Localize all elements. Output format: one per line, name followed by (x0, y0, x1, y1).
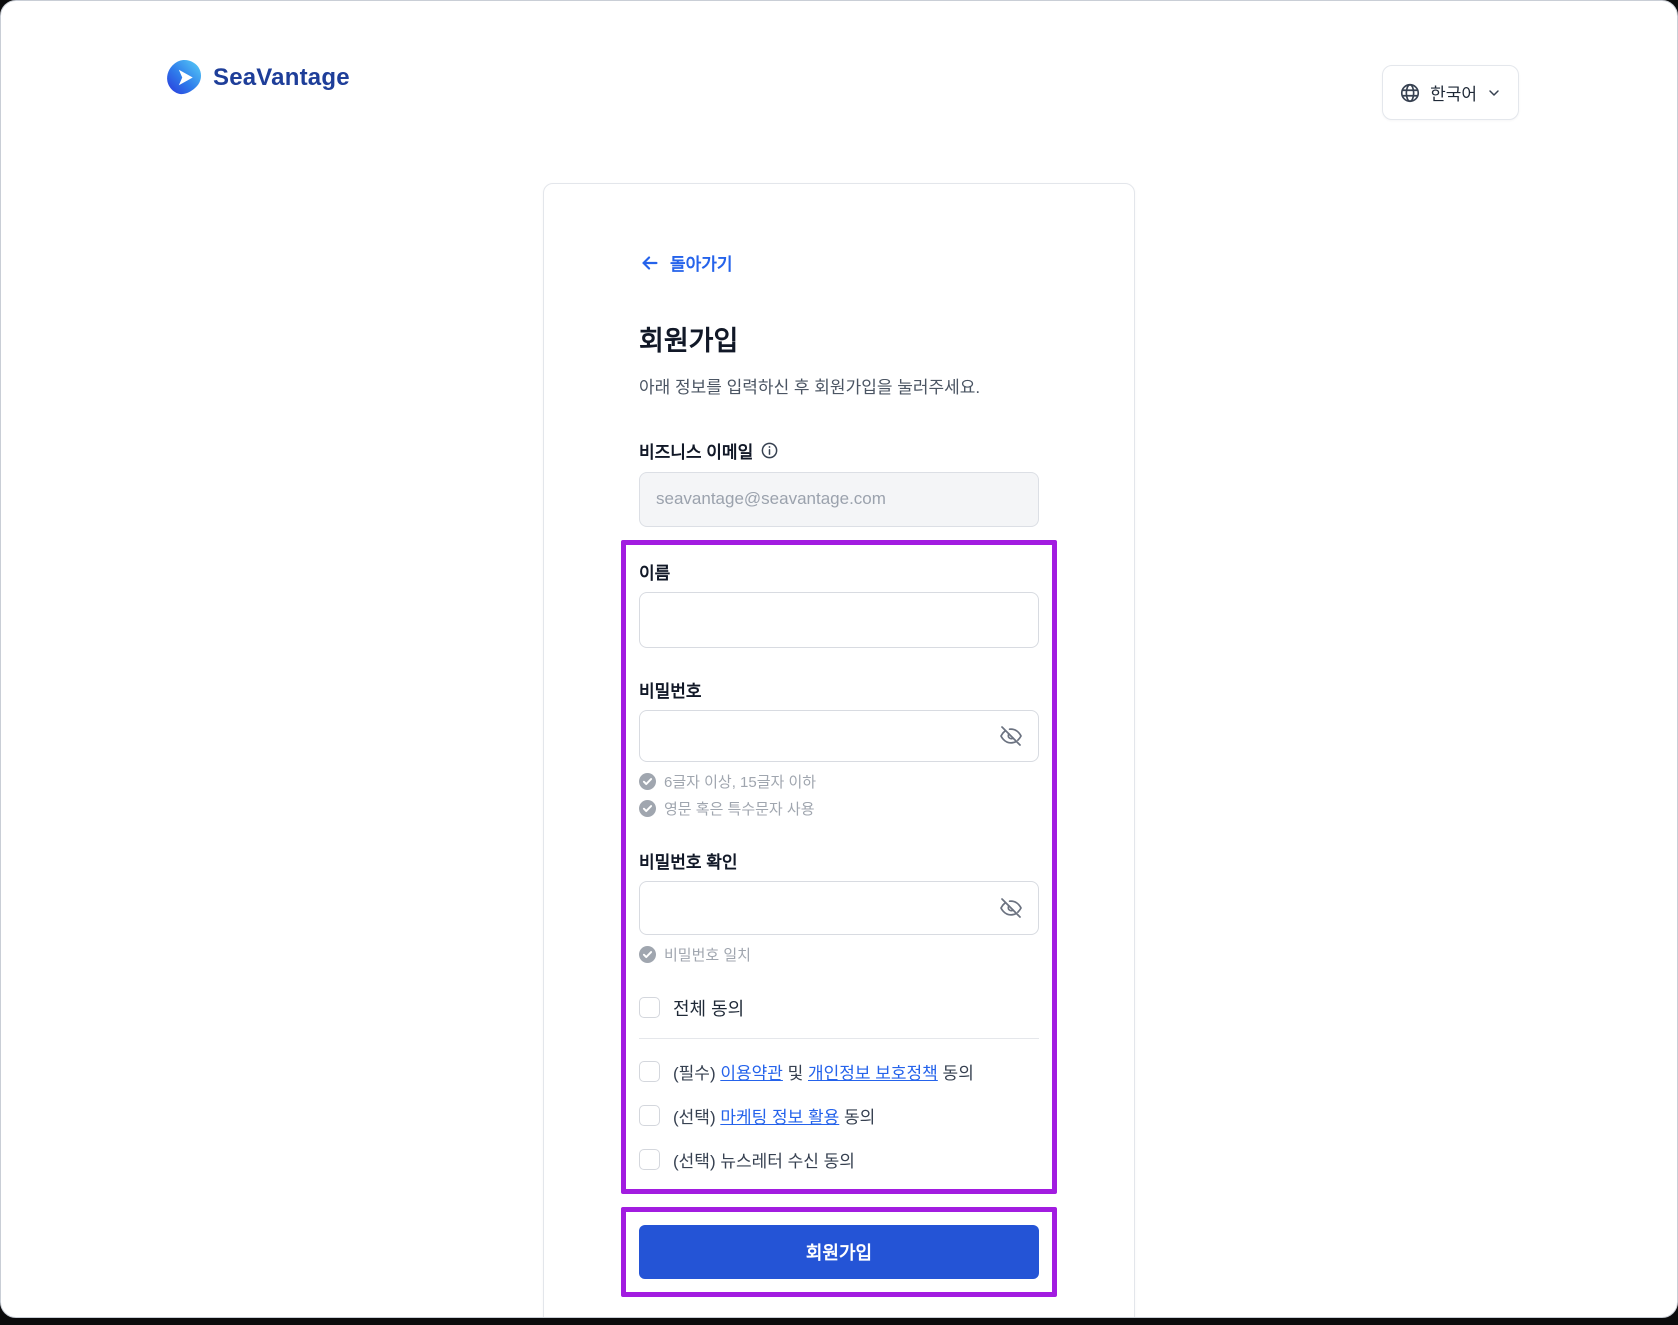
agreement-text: (필수) (673, 1063, 721, 1083)
signup-submit-button[interactable]: 회원가입 (639, 1224, 1039, 1279)
agreement-marketing-row[interactable]: (선택) 마케팅 정보 활용 동의 (639, 1103, 1039, 1128)
name-label: 이름 (639, 563, 671, 583)
email-label: 비즈니스 이메일 (639, 442, 754, 462)
agreement-newsletter-row[interactable]: (선택) 뉴스레터 수신 동의 (639, 1147, 1039, 1172)
check-circle-icon (639, 772, 656, 790)
password-match-hint: 비밀번호 일치 (639, 944, 1039, 965)
password-field-group: 비밀번호 6글자 이상, 15글자 이하 영문 혹은 특수문자 사용 (639, 677, 1039, 819)
agreement-text: 및 (782, 1063, 808, 1083)
agreement-marketing-label: (선택) 마케팅 정보 활용 동의 (673, 1103, 875, 1128)
language-label: 한국어 (1430, 85, 1477, 104)
language-selector[interactable]: 한국어 (1382, 65, 1519, 120)
agree-all-label: 전체 동의 (673, 998, 745, 1019)
page-subtitle: 아래 정보를 입력하신 후 회원가입을 눌러주세요. (639, 377, 981, 397)
check-circle-icon (639, 799, 656, 817)
brand-name: SeaVantage (213, 63, 350, 91)
password-hint-charset-text: 영문 혹은 특수문자 사용 (664, 800, 815, 818)
name-input[interactable] (639, 591, 1039, 648)
name-field-group: 이름 (639, 559, 1039, 648)
agreement-marketing-checkbox[interactable] (639, 1104, 660, 1126)
agreement-terms-row[interactable]: (필수) 이용약관 및 개인정보 보호정책 동의 (639, 1059, 1039, 1084)
password-match-hint-text: 비밀번호 일치 (664, 946, 751, 964)
brand-logo: SeaVantage (166, 59, 350, 96)
eye-off-icon (1000, 725, 1022, 746)
password-hint-charset: 영문 혹은 특수문자 사용 (639, 798, 1039, 819)
arrow-left-icon (639, 252, 661, 274)
agreement-text: (선택) (673, 1107, 721, 1127)
signup-card: 돌아가기 회원가입 아래 정보를 입력하신 후 회원가입을 눌러주세요. 비즈니… (543, 183, 1135, 1317)
eye-off-icon (1000, 897, 1022, 918)
password-label: 비밀번호 (639, 681, 702, 701)
password-confirm-visibility-toggle[interactable] (998, 895, 1024, 921)
password-hint-length-text: 6글자 이상, 15글자 이하 (664, 773, 817, 791)
back-link-label: 돌아가기 (670, 255, 733, 274)
agreement-text: 동의 (937, 1063, 974, 1083)
agreement-terms-label: (필수) 이용약관 및 개인정보 보호정책 동의 (673, 1059, 974, 1084)
agreement-terms-checkbox[interactable] (639, 1060, 660, 1082)
password-hint-length: 6글자 이상, 15글자 이하 (639, 771, 1039, 792)
seavantage-logo-icon (167, 60, 202, 95)
password-confirm-field-group: 비밀번호 확인 비밀번호 일치 (639, 848, 1039, 965)
password-visibility-toggle[interactable] (998, 723, 1024, 749)
globe-icon (1399, 82, 1421, 104)
info-icon[interactable] (760, 441, 779, 460)
email-label-row: 비즈니스 이메일 (639, 438, 1039, 463)
marketing-info-link[interactable]: 마케팅 정보 활용 (720, 1108, 839, 1127)
agreement-text: (선택) 뉴스레터 수신 동의 (673, 1151, 855, 1171)
agreement-newsletter-checkbox[interactable] (639, 1148, 660, 1170)
password-input[interactable] (639, 709, 1039, 762)
page-title: 회원가입 (639, 325, 739, 356)
terms-of-service-link[interactable]: 이용약관 (720, 1064, 783, 1083)
agreement-newsletter-label: (선택) 뉴스레터 수신 동의 (673, 1147, 855, 1172)
agreement-text: 동의 (839, 1107, 876, 1127)
business-email-input (639, 471, 1039, 527)
annotation-box-form: 이름 비밀번호 6글자 이상, 15글자 이하 영문 혹은 특수문자 사용 비밀… (621, 539, 1057, 1194)
privacy-policy-link[interactable]: 개인정보 보호정책 (808, 1064, 938, 1083)
agree-all-checkbox-row[interactable]: 전체 동의 (639, 995, 1039, 1021)
page-surface: SeaVantage 한국어 돌아가기 회원가입 아래 정보를 입력하신 후 회… (0, 0, 1678, 1318)
annotation-box-submit: 회원가입 (621, 1206, 1057, 1297)
password-confirm-label: 비밀번호 확인 (639, 852, 738, 872)
back-link[interactable]: 돌아가기 (639, 250, 733, 275)
agreements-divider (639, 1037, 1039, 1039)
check-circle-icon (639, 945, 656, 963)
agree-all-checkbox[interactable] (639, 997, 660, 1018)
chevron-down-icon (1486, 85, 1502, 101)
password-confirm-input[interactable] (639, 880, 1039, 935)
